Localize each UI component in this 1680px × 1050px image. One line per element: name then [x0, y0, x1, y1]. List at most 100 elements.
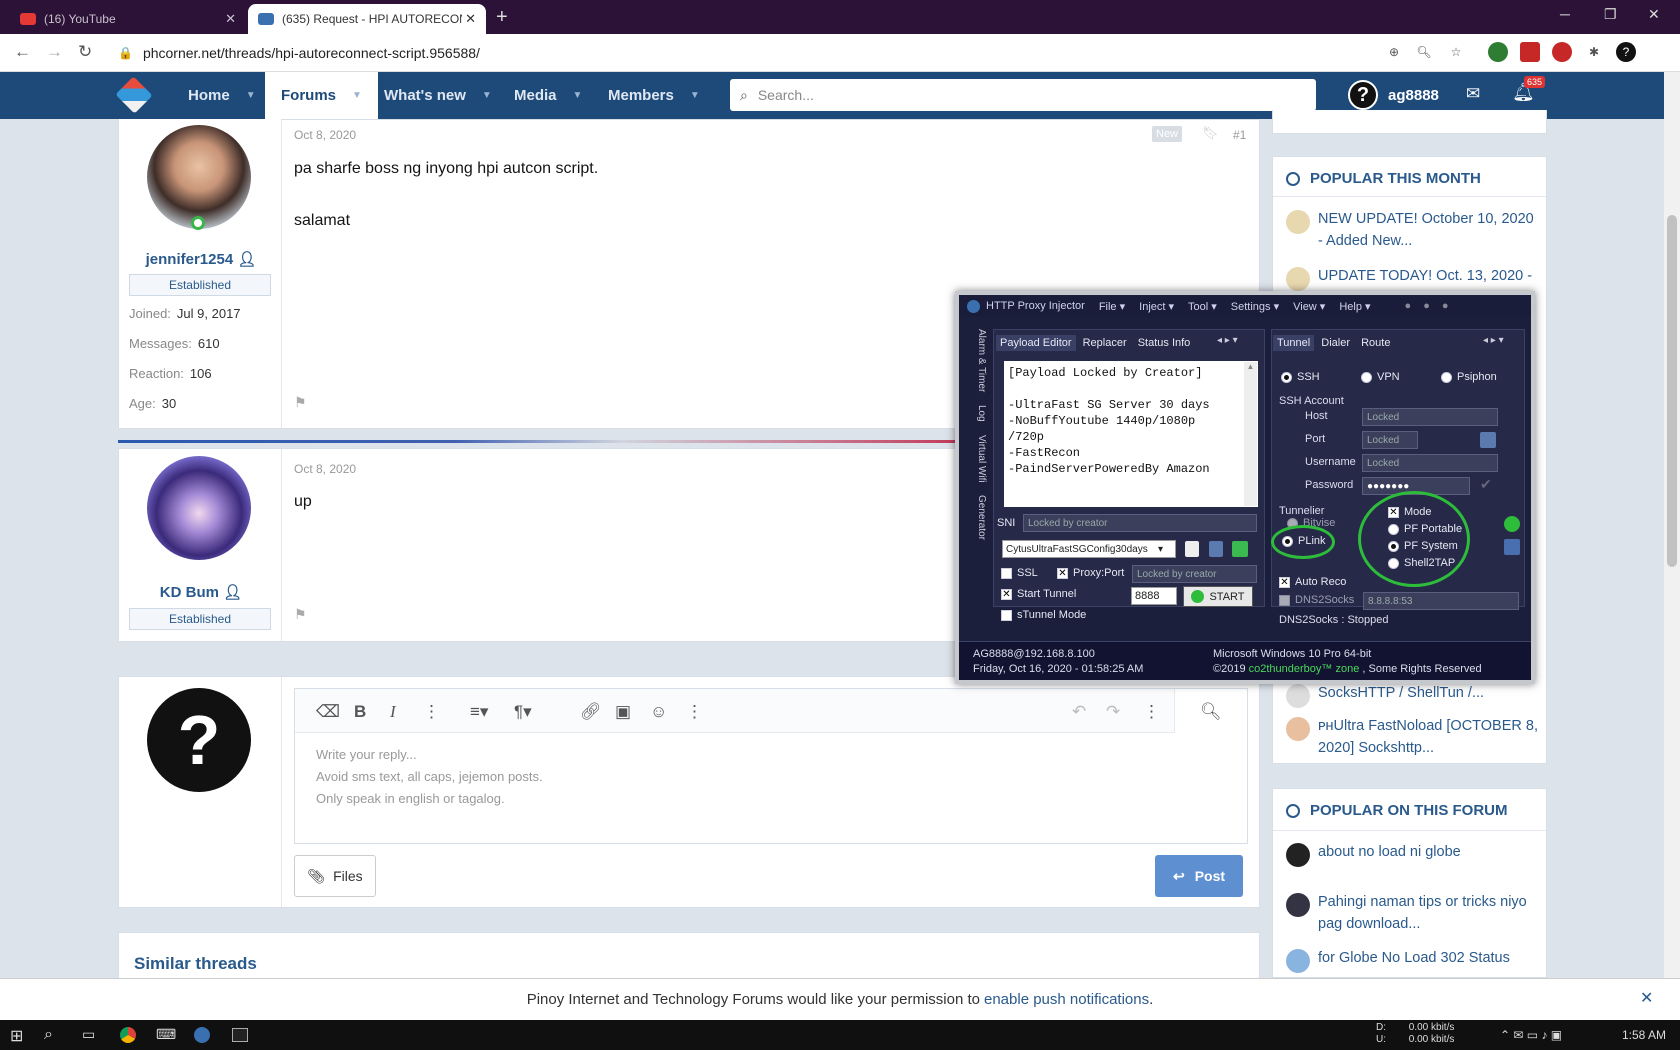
undo-icon[interactable]: ↶ [1072, 702, 1086, 722]
payload-textarea[interactable]: [Payload Locked by Creator] -UltraFast S… [1004, 361, 1258, 507]
keyboard-icon[interactable]: ⌨ [156, 1026, 176, 1043]
close-window-button[interactable]: ✕ [1648, 6, 1660, 23]
reload-icon[interactable]: ↻ [78, 42, 92, 62]
hpi-tab-payload-editor[interactable]: Payload Editor [996, 335, 1076, 351]
windows-start-icon[interactable]: ⊞ [10, 1026, 23, 1046]
mail-icon[interactable]: ✉ [1466, 84, 1480, 104]
enable-push-link[interactable]: enable push notifications [984, 991, 1149, 1008]
hpi-tab-tunnel[interactable]: Tunnel [1273, 335, 1315, 351]
profile-icon[interactable]: ? [1616, 42, 1636, 62]
zoom-icon[interactable]: 🔍︎ [1414, 42, 1434, 62]
hpi-vtab[interactable]: Generator [976, 495, 987, 540]
vpn-radio[interactable]: VPN [1361, 371, 1400, 383]
more-options-icon[interactable]: ⋮ [686, 702, 703, 722]
chevron-down-icon[interactable]: ▼ [482, 90, 492, 101]
psiphon-radio[interactable]: Psiphon [1441, 371, 1497, 383]
hpi-minimize-icon[interactable]: ● [1405, 300, 1412, 312]
hpi-restore-icon[interactable]: ● [1423, 300, 1430, 312]
checkbox[interactable] [1279, 594, 1290, 606]
hpi-vtab[interactable]: Alarm & Timer [976, 329, 987, 392]
more-options-icon[interactable]: ⋮ [423, 702, 440, 722]
image-icon[interactable]: ▣ [615, 702, 631, 722]
chevron-down-icon[interactable]: ▼ [246, 90, 256, 101]
checkbox[interactable]: ✕ [1001, 588, 1012, 600]
italic-icon[interactable]: I [390, 702, 396, 722]
list-item[interactable]: UPDATE TODAY! Oct. 13, 2020 - [1286, 265, 1538, 291]
hpi-tab-dialer[interactable]: Dialer [1317, 335, 1354, 351]
hpi-menu-view[interactable]: View ▾ [1293, 300, 1325, 313]
post-username[interactable]: KD Bum 👤︎ [120, 583, 282, 601]
puzzle-icon[interactable]: ✱ [1584, 42, 1604, 62]
extension-icon[interactable] [1488, 42, 1508, 62]
hpi-menu-tool[interactable]: Tool ▾ [1188, 300, 1217, 313]
minimize-button[interactable]: ─ [1560, 6, 1570, 22]
nav-members[interactable]: Members ▼ [592, 72, 716, 119]
settings-icon[interactable] [1504, 539, 1520, 555]
radio[interactable] [1361, 371, 1372, 383]
sni-input[interactable]: Locked by creator [1023, 514, 1257, 532]
thread-link[interactable]: about no load ni globe [1318, 841, 1461, 867]
hpi-tab-replacer[interactable]: Replacer [1079, 335, 1131, 351]
scrollbar-thumb[interactable] [1667, 215, 1677, 567]
post-number[interactable]: #1 [1233, 128, 1246, 142]
post-username[interactable]: jennifer1254 👤︎ [120, 250, 282, 268]
tray-icons[interactable]: ⌃ ✉ ▭ ♪ ▣ [1500, 1028, 1562, 1042]
thread-link[interactable]: ᴘʜUltra FastNoload [OCTOBER 8, 2020] Soc… [1318, 715, 1538, 759]
username-input[interactable]: Locked [1362, 454, 1498, 472]
close-icon[interactable]: ✕ [465, 11, 476, 27]
more-options-icon[interactable]: ⋮ [1143, 702, 1160, 722]
pdf-extension-icon[interactable] [1520, 42, 1540, 62]
tab-phcorner[interactable]: (635) Request - HPI AUTORECON ✕ [248, 4, 486, 34]
dns2socks-checkbox[interactable]: DNS2Socks [1279, 594, 1354, 606]
list-item[interactable]: ᴘʜUltra FastNoload [OCTOBER 8, 2020] Soc… [1286, 715, 1538, 759]
close-icon[interactable]: ✕ [225, 11, 236, 27]
hpi-vtab[interactable]: Virtual Wifi [976, 435, 987, 483]
task-view-icon[interactable]: ▭ [82, 1026, 95, 1043]
user-menu[interactable]: ? ag8888 [1348, 80, 1439, 110]
post-button[interactable]: ↩ Post [1155, 855, 1243, 897]
list-item[interactable]: about no load ni globe [1286, 841, 1538, 867]
auto-reco-checkbox[interactable]: ✕ Auto Reco [1279, 576, 1346, 588]
thread-link[interactable]: SocksHTTP / ShellTun /... [1318, 682, 1484, 708]
radio[interactable] [1441, 371, 1452, 383]
dns-input[interactable]: 8.8.8.8:53 [1363, 592, 1519, 610]
list-item[interactable]: for Globe No Load 302 Status [1286, 947, 1538, 973]
paragraph-icon[interactable]: ¶▾ [514, 702, 532, 722]
report-flag-icon[interactable]: ⚑ [294, 394, 307, 411]
close-icon[interactable]: ✕ [1640, 988, 1653, 1008]
hpi-vtab[interactable]: Log [976, 405, 987, 422]
hpi-tab-route[interactable]: Route [1357, 335, 1394, 351]
search-input[interactable]: ⌕ Search... [730, 79, 1316, 111]
export-icon[interactable] [1232, 541, 1248, 557]
hpi-tab-scroll-arrows[interactable]: ◂ ▸ ▾ [1483, 335, 1504, 346]
list-item[interactable]: Pahingi naman tips or tricks niyo pag do… [1286, 891, 1538, 935]
nav-media[interactable]: Media ▼ [498, 72, 598, 119]
back-icon[interactable]: ← [14, 42, 31, 62]
radio[interactable] [1281, 371, 1292, 383]
bookmark-star-icon[interactable]: ☆ [1446, 42, 1466, 62]
chevron-down-icon[interactable]: ▼ [573, 90, 583, 101]
files-button[interactable]: 📎︎ Files [294, 855, 376, 897]
play-icon[interactable] [1504, 516, 1520, 532]
nav-home[interactable]: Home ▼ [172, 72, 272, 119]
maximize-button[interactable]: ❐ [1604, 6, 1617, 23]
hpi-taskbar-icon[interactable] [194, 1027, 210, 1043]
start-button[interactable]: START [1183, 586, 1253, 607]
check-icon[interactable]: ✔ [1480, 476, 1492, 493]
hpi-window[interactable]: HTTP Proxy Injector File ▾ Inject ▾ Tool… [955, 291, 1535, 684]
save-icon[interactable] [1480, 432, 1496, 448]
emoji-icon[interactable]: ☺ [650, 702, 667, 722]
hpi-menu-help[interactable]: Help ▾ [1339, 300, 1370, 313]
avatar[interactable] [147, 125, 251, 229]
save-icon[interactable] [1209, 541, 1223, 557]
hpi-menu-settings[interactable]: Settings ▾ [1231, 300, 1279, 313]
checkbox[interactable]: ✕ [1279, 576, 1290, 588]
eraser-icon[interactable]: ⌫ [316, 702, 340, 722]
align-icon[interactable]: ≡▾ [470, 702, 488, 722]
hpi-tab-scroll-arrows[interactable]: ◂ ▸ ▾ [1217, 335, 1238, 346]
new-tab-button[interactable]: + [496, 6, 508, 29]
url-field[interactable]: 🔒 phcorner.net/threads/hpi-autoreconnect… [118, 40, 1358, 66]
avatar[interactable] [147, 456, 251, 560]
forward-icon[interactable]: → [46, 42, 63, 62]
thread-link[interactable]: NEW UPDATE! October 10, 2020 - Added New… [1318, 208, 1538, 252]
